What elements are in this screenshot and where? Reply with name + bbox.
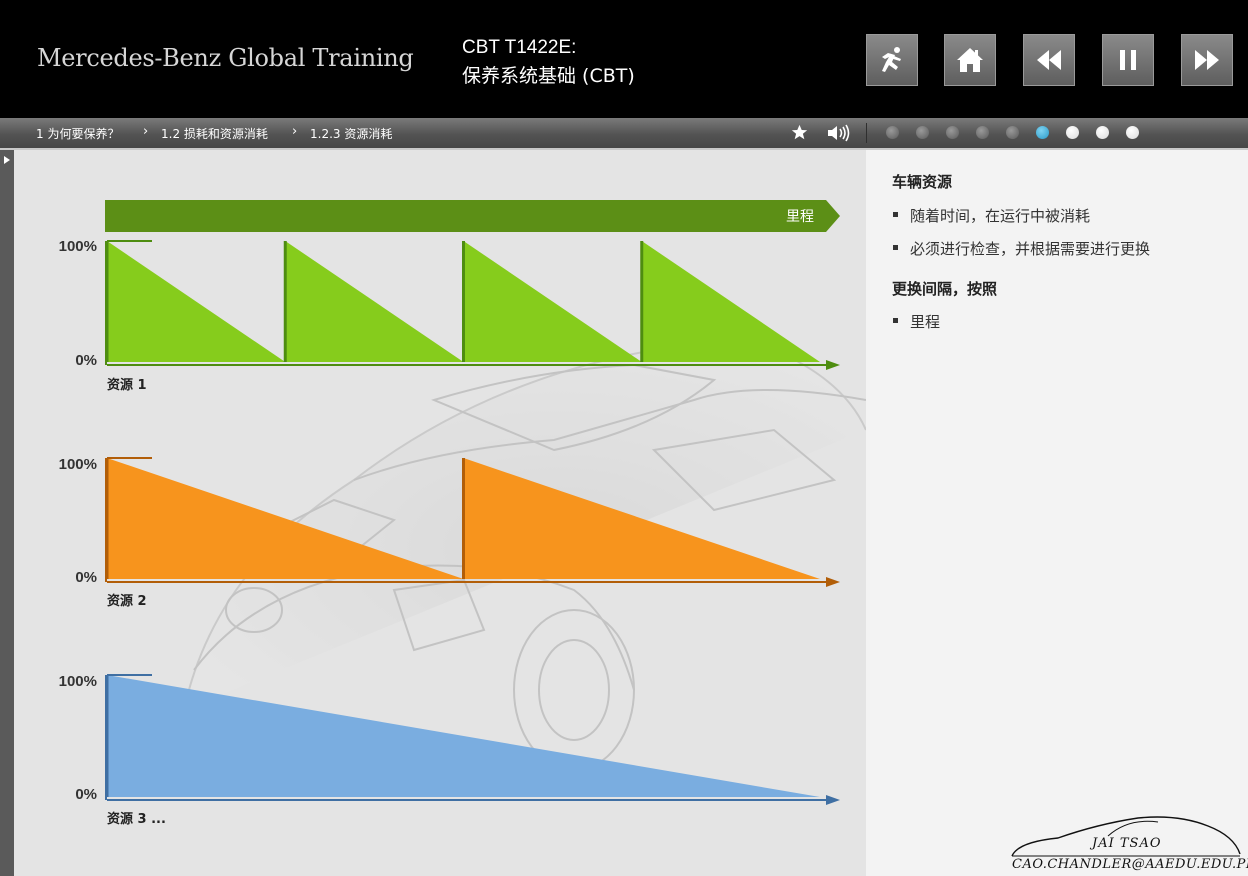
y-tick-100-resource-2: 100% bbox=[58, 456, 97, 473]
home-button[interactable] bbox=[944, 34, 996, 86]
page-dot-6[interactable] bbox=[1036, 126, 1049, 139]
series-label-resource-1: 资源 1 bbox=[107, 378, 147, 393]
breadcrumb-item-1[interactable]: 1 为何要保养？ bbox=[36, 125, 119, 142]
panel-bullet: 里程 bbox=[893, 311, 940, 332]
running-man-icon bbox=[882, 47, 901, 72]
panel-bullet: 随着时间，在运行中被消耗 bbox=[893, 205, 1090, 226]
brand-logo-text: Mercedes-Benz Global Training bbox=[37, 44, 414, 72]
previous-button[interactable] bbox=[1023, 34, 1075, 86]
watermark-name: JAI TSAO bbox=[1092, 836, 1162, 851]
panel-heading-vehicle-resources: 车辆资源 bbox=[892, 173, 953, 191]
breadcrumb-separator: › bbox=[143, 124, 149, 139]
panel-heading-replacement-interval: 更换间隔，按照 bbox=[892, 280, 998, 298]
course-title: 保养系统基础 (CBT) bbox=[462, 65, 635, 87]
y-tick-0-resource-1: 0% bbox=[75, 352, 97, 369]
y-tick-100-resource-1: 100% bbox=[58, 238, 97, 255]
y-tick-0-resource-2: 0% bbox=[75, 569, 97, 586]
mileage-axis-label: 里程 bbox=[786, 209, 814, 225]
header-bar: Mercedes-Benz Global Training CBT T1422E… bbox=[0, 0, 1248, 118]
breadcrumb-item-2[interactable]: 1.2 损耗和资源消耗 bbox=[161, 125, 268, 142]
series-label-resource-3: 资源 3 ... bbox=[107, 812, 166, 827]
breadcrumb-item-3[interactable]: 1.2.3 资源消耗 bbox=[310, 125, 392, 142]
navbar-divider bbox=[866, 123, 867, 143]
page-dot-1[interactable] bbox=[886, 126, 899, 139]
content-area bbox=[14, 150, 866, 876]
breadcrumb-separator: › bbox=[292, 124, 298, 139]
pause-button[interactable] bbox=[1102, 34, 1154, 86]
y-tick-100-resource-3: 100% bbox=[58, 673, 97, 690]
page-dot-7[interactable] bbox=[1066, 126, 1079, 139]
expand-arrow-icon[interactable] bbox=[3, 155, 11, 165]
course-code: CBT T1422E: bbox=[462, 37, 577, 58]
page-dot-4[interactable] bbox=[976, 126, 989, 139]
page-dot-5[interactable] bbox=[1006, 126, 1019, 139]
page-dot-3[interactable] bbox=[946, 126, 959, 139]
page-dot-2[interactable] bbox=[916, 126, 929, 139]
y-tick-0-resource-3: 0% bbox=[75, 786, 97, 803]
exit-button[interactable] bbox=[866, 34, 918, 86]
page-dot-8[interactable] bbox=[1096, 126, 1109, 139]
star-icon[interactable] bbox=[791, 124, 808, 141]
page-dot-9[interactable] bbox=[1126, 126, 1139, 139]
house-icon bbox=[957, 48, 983, 72]
pause-icon bbox=[1120, 50, 1136, 70]
side-strip bbox=[0, 150, 14, 876]
fast-forward-icon bbox=[1195, 50, 1219, 70]
rewind-icon bbox=[1037, 50, 1061, 70]
next-button[interactable] bbox=[1181, 34, 1233, 86]
series-label-resource-2: 资源 2 bbox=[107, 594, 147, 609]
watermark-email: CAO.CHANDLER@AAEDU.EDU.PL bbox=[1012, 857, 1248, 872]
navigation-bar: 1 为何要保养？ › 1.2 损耗和资源消耗 › 1.2.3 资源消耗 bbox=[0, 118, 1248, 150]
panel-bullet: 必须进行检查，并根据需要进行更换 bbox=[893, 238, 1150, 259]
speaker-icon[interactable] bbox=[826, 124, 852, 142]
car-background-image bbox=[14, 150, 866, 876]
